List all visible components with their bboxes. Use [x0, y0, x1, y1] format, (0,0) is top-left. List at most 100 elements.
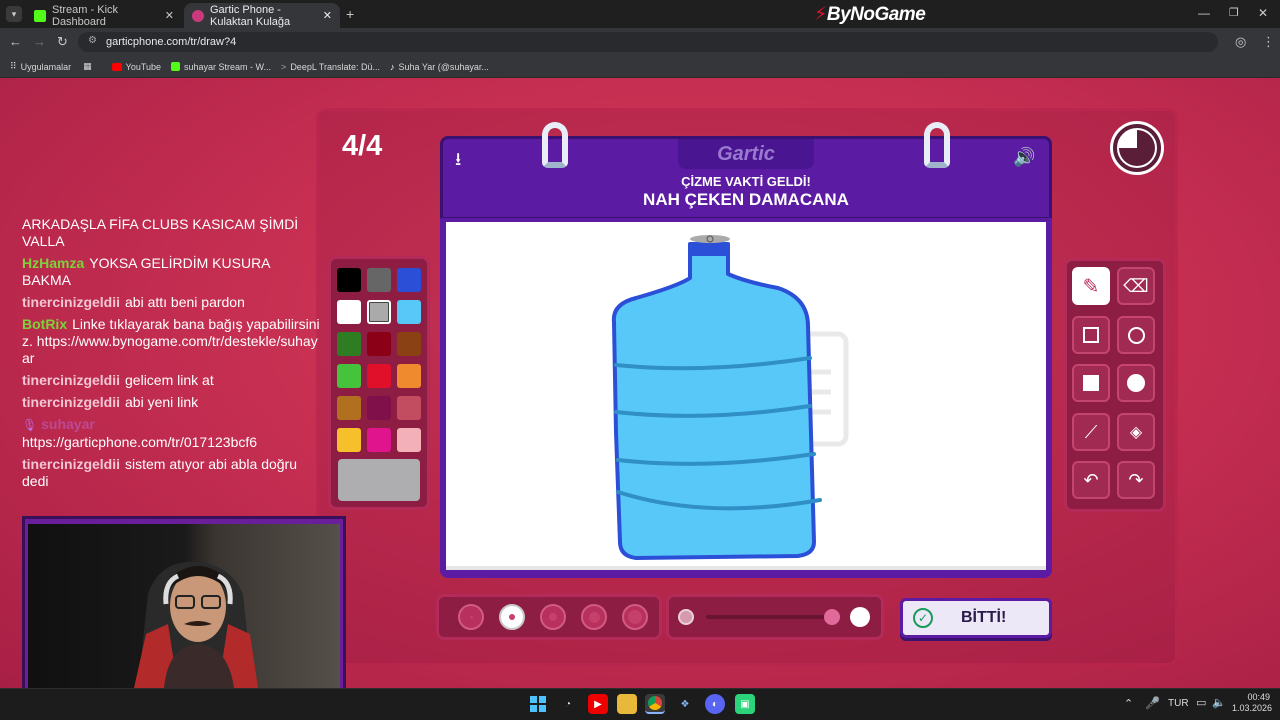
bynogame-brand: ⚡ByNoGame: [814, 4, 926, 25]
color-swatch[interactable]: [397, 396, 421, 420]
done-label: BİTTİ!: [961, 609, 1007, 626]
color-swatch[interactable]: [337, 300, 361, 324]
microphone-icon[interactable]: 🎤: [1145, 696, 1160, 710]
new-tab-button[interactable]: +: [346, 6, 354, 22]
tab-search-button[interactable]: ▾: [6, 6, 22, 22]
maximize-button[interactable]: ❐: [1229, 6, 1239, 19]
done-button[interactable]: ✓ BİTTİ!: [900, 598, 1052, 638]
bynogame-logo-icon: ⚡: [814, 4, 827, 25]
brush-size-4[interactable]: [581, 604, 607, 630]
color-swatch[interactable]: [337, 396, 361, 420]
color-swatch[interactable]: [337, 364, 361, 388]
chat-message: ARKADAŞLA FİFA CLUBS KASICAM ŞİMDİ VALLA: [22, 216, 299, 249]
color-swatch[interactable]: [367, 332, 391, 356]
youtube-icon: [111, 62, 122, 71]
binder-ring-icon: [542, 122, 568, 168]
menu-icon[interactable]: ⋮: [1262, 34, 1275, 50]
network-app-icon[interactable]: ❖: [675, 694, 695, 714]
binder-ring-icon: [924, 122, 950, 168]
redo-tool[interactable]: ↷: [1117, 461, 1155, 499]
bookmark-youtube[interactable]: YouTube: [111, 62, 161, 72]
kick-icon: [34, 9, 46, 22]
color-swatch[interactable]: [397, 428, 421, 452]
close-tab-icon[interactable]: ✕: [323, 9, 332, 22]
color-swatch[interactable]: [367, 300, 391, 324]
reload-icon[interactable]: ↻: [57, 34, 68, 50]
tab-grid-icon[interactable]: ▦: [83, 61, 92, 72]
tab-kick-dashboard[interactable]: Stream - Kick Dashboard ✕: [26, 3, 182, 28]
brush-size-2[interactable]: [499, 604, 525, 630]
color-swatch[interactable]: [367, 396, 391, 420]
color-swatch[interactable]: [397, 364, 421, 388]
address-bar[interactable]: ⚙ garticphone.com/tr/draw?4: [78, 32, 1218, 52]
pencil-tool[interactable]: ✎: [1072, 267, 1110, 305]
redo-icon: ↷: [1128, 469, 1144, 490]
clock[interactable]: 00:49 1.03.2026: [1232, 692, 1272, 714]
bookmark-deepl[interactable]: > DeepL Translate: Dü...: [281, 62, 380, 72]
line-icon: ⟋: [1084, 421, 1098, 442]
chat-username: tinercinizgeldii: [22, 394, 121, 410]
app-icon[interactable]: ▣: [735, 694, 755, 714]
ellipse-fill-tool[interactable]: [1117, 364, 1155, 402]
volume-icon[interactable]: 🔈: [1212, 696, 1226, 709]
eraser-tool[interactable]: ⌫: [1117, 267, 1155, 305]
undo-tool[interactable]: ↶: [1072, 461, 1110, 499]
bookmark-kick[interactable]: suhayar Stream - W...: [171, 62, 271, 72]
opacity-slider-track[interactable]: [706, 615, 830, 619]
square-filled-icon: [1083, 375, 1099, 391]
bookmark-apps[interactable]: ⠿ Uygulamalar: [10, 61, 71, 72]
ellipse-outline-tool[interactable]: [1117, 316, 1155, 354]
streamer-image: [134, 561, 258, 688]
apps-grid-icon: ⠿: [10, 61, 17, 71]
chat-message: tinercinizgeldii abi attı beni pardon: [22, 294, 245, 310]
rectangle-outline-tool[interactable]: [1072, 316, 1110, 354]
color-swatch[interactable]: [367, 364, 391, 388]
color-swatch[interactable]: [397, 332, 421, 356]
circle-outline-icon: [1127, 326, 1145, 344]
sound-icon[interactable]: 🔊: [1013, 147, 1035, 168]
mic-icon: 🎙: [22, 418, 38, 432]
tab-label: Gartic Phone - Kulaktan Kulağa: [210, 3, 291, 28]
download-icon[interactable]: ⭳: [455, 147, 461, 177]
color-swatch[interactable]: [397, 300, 421, 324]
drawing-prompt: NAH ÇEKEN DAMACANA: [643, 190, 849, 209]
forward-icon[interactable]: →: [33, 34, 46, 49]
tab-gartic-phone[interactable]: Gartic Phone - Kulaktan Kulağa ✕: [184, 3, 340, 28]
speedometer-icon[interactable]: ◔: [558, 694, 578, 714]
color-swatch[interactable]: [337, 332, 361, 356]
bookmark-tiktok[interactable]: ♪ Suha Yar (@suhayar...: [390, 62, 489, 72]
close-tab-icon[interactable]: ✕: [165, 9, 174, 22]
color-swatch[interactable]: [337, 428, 361, 452]
opacity-slider-handle[interactable]: [824, 609, 840, 625]
brush-size-1[interactable]: [458, 604, 484, 630]
deepl-icon: >: [281, 61, 287, 72]
site-info-icon[interactable]: ⚙: [88, 35, 97, 46]
chat-username: HzHamza: [22, 255, 85, 271]
chat-message: tinercinizgeldii abi yeni link: [22, 394, 199, 410]
timer-clock-icon: [1113, 124, 1161, 172]
youtube-taskbar-icon[interactable]: ▶: [588, 694, 608, 714]
tray-chevron-icon[interactable]: ⌃: [1124, 697, 1133, 710]
minimize-button[interactable]: —: [1198, 6, 1210, 20]
back-icon[interactable]: ←: [9, 34, 22, 49]
drawing-canvas[interactable]: [446, 222, 1046, 566]
file-explorer-icon[interactable]: [617, 694, 637, 714]
fill-bucket-tool[interactable]: ◈: [1117, 413, 1155, 451]
stream-chat: ARKADAŞLA FİFA CLUBS KASICAM ŞİMDİ VALLA…: [22, 216, 320, 495]
brush-size-5[interactable]: [622, 604, 648, 630]
color-swatch[interactable]: [367, 428, 391, 452]
color-swatch[interactable]: [337, 268, 361, 292]
color-swatch[interactable]: [397, 268, 421, 292]
profile-icon[interactable]: ◎: [1235, 34, 1246, 50]
discord-icon[interactable]: ◐: [705, 694, 725, 714]
start-icon[interactable]: [528, 694, 548, 714]
display-icon[interactable]: ▭: [1196, 696, 1206, 709]
brush-size-3[interactable]: [540, 604, 566, 630]
language-indicator[interactable]: TUR: [1168, 698, 1189, 709]
color-swatch[interactable]: [367, 268, 391, 292]
close-window-button[interactable]: ✕: [1258, 6, 1268, 20]
chrome-icon[interactable]: [645, 694, 665, 714]
chat-message: tinercinizgeldii gelicem link at: [22, 372, 214, 388]
rectangle-fill-tool[interactable]: [1072, 364, 1110, 402]
line-tool[interactable]: ⟋: [1072, 413, 1110, 451]
